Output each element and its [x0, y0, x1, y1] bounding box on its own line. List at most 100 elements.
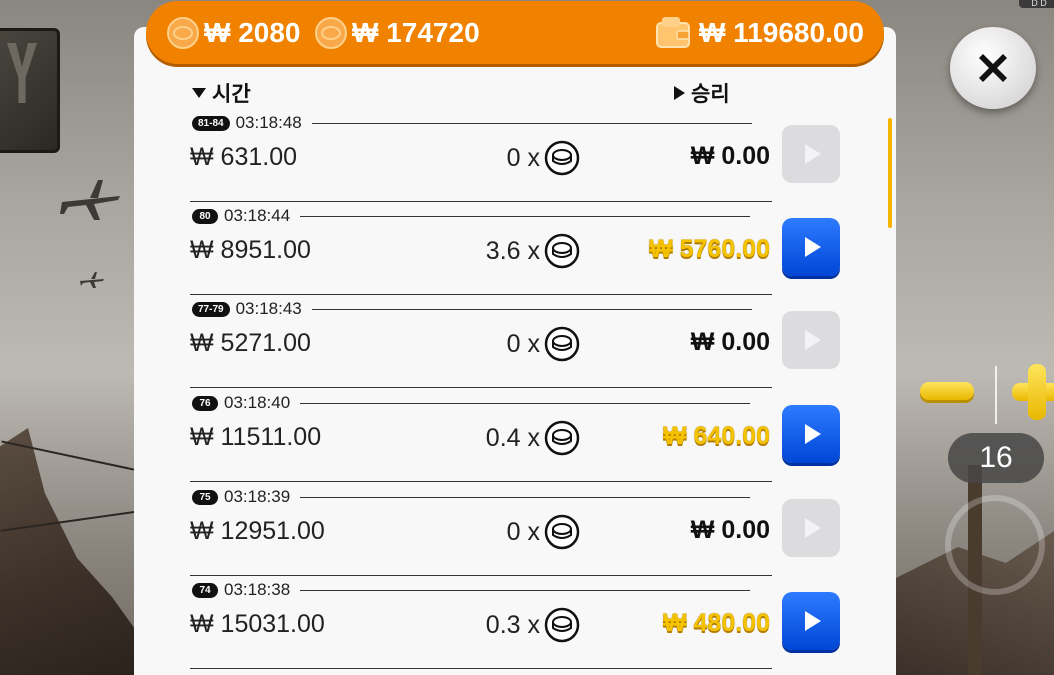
minus-icon[interactable] — [920, 382, 974, 400]
total-bet-value: ₩ 174720 — [352, 16, 480, 48]
row-separator — [190, 294, 772, 295]
row-win-amount: ₩ 640.00 — [662, 422, 770, 450]
row-multiplier: 3.6 x — [486, 233, 580, 269]
column-win-label: 승리 — [691, 83, 730, 106]
replay-button[interactable] — [782, 405, 840, 463]
row-multiplier: 0.4 x — [486, 420, 580, 456]
row-win-amount: ₩ 0.00 — [690, 516, 770, 544]
close-icon — [979, 54, 1007, 82]
coin-icon — [544, 420, 580, 456]
row-multiplier: 0.3 x — [486, 607, 580, 643]
row-multiplier-value: 0 x — [506, 517, 540, 546]
sort-right-icon — [674, 86, 685, 100]
row-divider — [300, 215, 751, 217]
round-badge: 76 — [192, 395, 218, 411]
play-icon — [805, 330, 821, 350]
row-multiplier-value: 3.6 x — [485, 236, 540, 265]
row-separator — [190, 201, 772, 202]
corner-badge: D D — [1019, 0, 1054, 8]
row-time: 03:18:48 — [235, 113, 302, 132]
history-row: 80 03:18:44 ₩ 8951.00 3.6 x ₩ 5760.00 — [190, 206, 850, 298]
round-badge: 77-79 — [192, 301, 230, 317]
row-meta: 74 03:18:38 — [192, 580, 751, 600]
row-bet-amount: ₩ 15031.00 — [190, 610, 325, 638]
stepper-divider — [995, 366, 997, 424]
row-time: 03:18:40 — [224, 393, 291, 412]
row-multiplier: 0 x — [507, 326, 580, 362]
wallet-icon — [655, 16, 690, 48]
row-win-amount: ₩ 480.00 — [662, 609, 770, 637]
row-separator — [190, 387, 772, 388]
row-multiplier-value: 0.3 x — [485, 610, 540, 639]
count-display: 16 — [948, 433, 1044, 483]
column-time[interactable]: 시간 — [192, 78, 251, 108]
row-win-amount: ₩ 5760.00 — [649, 235, 770, 263]
coin-balance: ₩ 2080 — [166, 1, 301, 64]
plus-icon[interactable] — [1012, 364, 1054, 420]
ghost-play-icon — [945, 495, 1045, 595]
row-separator — [190, 481, 772, 482]
history-row: 75 03:18:39 ₩ 12951.00 0 x ₩ 0.00 — [190, 487, 850, 579]
row-divider — [300, 496, 751, 498]
play-icon — [805, 518, 821, 538]
play-icon — [805, 144, 821, 164]
column-win[interactable]: 승리 — [674, 78, 730, 108]
coin-icon — [544, 514, 580, 550]
history-row: 76 03:18:40 ₩ 11511.00 0.4 x ₩ 640.00 — [190, 393, 850, 485]
replay-button — [782, 499, 840, 557]
row-separator — [190, 575, 772, 576]
coin-icon — [315, 16, 347, 49]
row-multiplier: 0 x — [507, 140, 580, 176]
row-divider — [300, 402, 751, 404]
row-bet-amount: ₩ 11511.00 — [190, 423, 322, 451]
row-meta: 81-84 03:18:48 — [192, 113, 752, 133]
play-icon — [805, 424, 821, 444]
row-multiplier-value: 0.4 x — [485, 423, 540, 452]
play-icon — [805, 611, 821, 631]
row-time: 03:18:44 — [224, 206, 291, 225]
row-win-amount: ₩ 0.00 — [690, 328, 770, 356]
replay-button — [782, 125, 840, 183]
plane-icon — [80, 272, 104, 288]
total-bet-balance: ₩ 174720 — [314, 1, 480, 64]
coin-icon — [544, 233, 580, 269]
row-divider — [311, 122, 752, 124]
row-meta: 76 03:18:40 — [192, 393, 751, 413]
sort-down-icon — [192, 88, 206, 98]
replay-button — [782, 311, 840, 369]
play-icon — [805, 237, 821, 257]
round-badge: 74 — [192, 582, 218, 598]
column-time-label: 시간 — [212, 83, 251, 106]
history-row: 74 03:18:38 ₩ 15031.00 0.3 x ₩ 480.00 — [190, 580, 850, 672]
wallet-value: ₩ 119680.00 — [698, 16, 864, 48]
game-logo — [0, 28, 60, 153]
row-meta: 80 03:18:44 — [192, 206, 751, 226]
row-multiplier: 0 x — [507, 514, 580, 550]
wallet-balance: ₩ 119680.00 — [653, 1, 864, 64]
row-time: 03:18:43 — [235, 299, 302, 318]
row-meta: 75 03:18:39 — [192, 487, 751, 507]
row-multiplier-value: 0 x — [506, 143, 540, 172]
balance-bar: ₩ 2080 ₩ 174720 ₩ 119680.00 — [146, 1, 884, 64]
close-button[interactable] — [950, 27, 1036, 109]
round-badge: 80 — [192, 208, 218, 224]
replay-button[interactable] — [782, 218, 840, 276]
row-time: 03:18:38 — [224, 580, 291, 599]
plane-icon — [60, 180, 120, 220]
history-row: 77-79 03:18:43 ₩ 5271.00 0 x ₩ 0.00 — [190, 299, 850, 391]
row-divider — [300, 589, 751, 591]
history-row: 81-84 03:18:48 ₩ 631.00 0 x ₩ 0.00 — [190, 113, 850, 205]
row-bet-amount: ₩ 12951.00 — [190, 517, 325, 545]
row-separator — [190, 668, 772, 669]
row-bet-amount: ₩ 631.00 — [190, 143, 298, 171]
round-badge: 75 — [192, 489, 218, 505]
replay-button[interactable] — [782, 592, 840, 650]
row-meta: 77-79 03:18:43 — [192, 299, 752, 319]
row-divider — [311, 308, 752, 310]
coin-icon — [167, 16, 199, 49]
coin-icon — [544, 607, 580, 643]
coin-icon — [544, 140, 580, 176]
row-time: 03:18:39 — [224, 487, 291, 506]
scrollbar-thumb[interactable] — [888, 118, 892, 228]
row-bet-amount: ₩ 5271.00 — [190, 329, 311, 357]
